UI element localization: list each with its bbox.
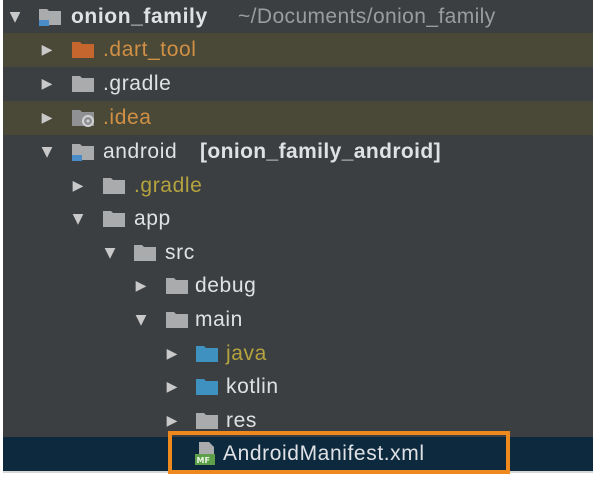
tree-row-android[interactable]: ▼ android [onion_family_android] [3, 135, 593, 169]
tree-row-app[interactable]: ▼ app [3, 202, 593, 236]
item-label: debug [195, 274, 257, 297]
item-label: .gradle [103, 72, 172, 95]
chevron-down-icon[interactable]: ▼ [6, 0, 24, 34]
item-label: src [165, 241, 195, 264]
chevron-right-icon[interactable]: ▶ [38, 67, 56, 101]
folder-icon [71, 67, 97, 101]
source-folder-icon [195, 370, 221, 404]
tree-row-gradle[interactable]: ▶ .gradle [3, 67, 593, 101]
idea-folder-icon [71, 101, 97, 135]
item-label: android [103, 140, 178, 163]
chevron-right-icon[interactable]: ▶ [38, 101, 56, 135]
folder-icon [102, 169, 128, 203]
excluded-folder-icon [71, 33, 97, 67]
folder-icon [102, 202, 128, 236]
chevron-right-icon[interactable]: ▶ [163, 370, 181, 404]
chevron-down-icon[interactable]: ▼ [38, 135, 56, 169]
module-folder-icon [38, 0, 64, 34]
project-panel: ▼ onion_family ~/Documents/onion_family … [0, 0, 598, 478]
chevron-down-icon[interactable]: ▼ [101, 236, 119, 270]
tree-row-idea[interactable]: ▶ .idea [3, 101, 593, 135]
chevron-down-icon[interactable]: ▼ [69, 202, 87, 236]
chevron-right-icon[interactable]: ▶ [69, 169, 87, 203]
tree-row-root[interactable]: ▼ onion_family ~/Documents/onion_family [3, 0, 593, 34]
item-label: .idea [103, 106, 152, 129]
tree-row-java[interactable]: ▶ java [3, 337, 593, 371]
item-label: kotlin [226, 375, 279, 398]
item-label: .gradle [134, 174, 203, 197]
tree-row-dart-tool[interactable]: ▶ .dart_tool [3, 33, 593, 67]
item-label: app [134, 207, 171, 230]
root-path: ~/Documents/onion_family [238, 5, 496, 28]
item-label: main [195, 308, 243, 331]
project-tree: ▼ onion_family ~/Documents/onion_family … [3, 0, 593, 473]
highlight-box [168, 431, 510, 474]
module-folder-icon [71, 135, 97, 169]
source-folder-icon [195, 337, 221, 371]
chevron-right-icon[interactable]: ▶ [132, 269, 150, 303]
tree-row-debug[interactable]: ▶ debug [3, 269, 593, 303]
tree-row-src[interactable]: ▼ src [3, 236, 593, 270]
chevron-right-icon[interactable]: ▶ [38, 33, 56, 67]
folder-icon [165, 269, 191, 303]
module-name: [onion_family_android] [200, 140, 441, 163]
tree-row-android-gradle[interactable]: ▶ .gradle [3, 169, 593, 203]
folder-icon [133, 236, 159, 270]
item-label: .dart_tool [103, 38, 197, 61]
root-name: onion_family [71, 5, 208, 28]
tree-row-kotlin[interactable]: ▶ kotlin [3, 370, 593, 404]
item-label: java [226, 342, 267, 365]
folder-icon [165, 303, 191, 337]
chevron-right-icon[interactable]: ▶ [163, 337, 181, 371]
chevron-down-icon[interactable]: ▼ [132, 303, 150, 337]
tree-row-main[interactable]: ▼ main [3, 303, 593, 337]
